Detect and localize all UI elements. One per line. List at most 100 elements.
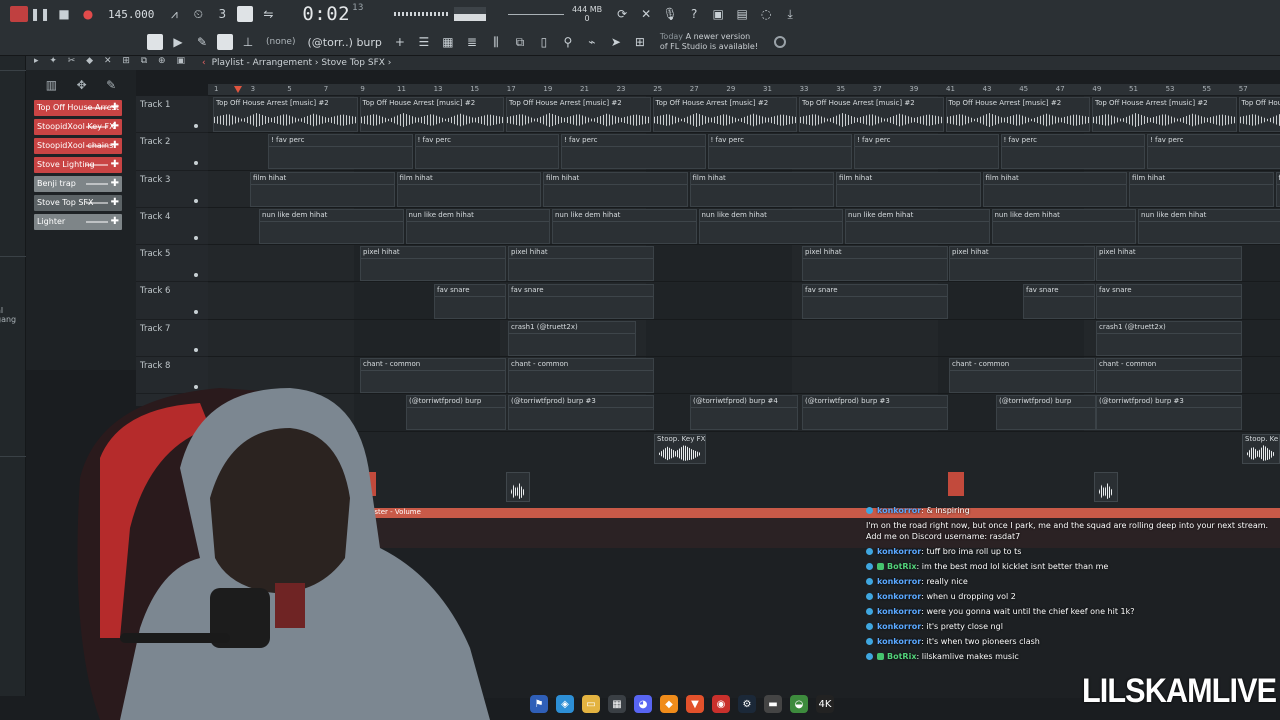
- pattern-clip[interactable]: nun like dem hihat: [552, 208, 697, 244]
- pattern-clip[interactable]: (@torriwtfprod) burp: [996, 395, 1096, 431]
- track-enable-dot[interactable]: [194, 198, 198, 203]
- green-app-icon[interactable]: ◒: [790, 695, 808, 713]
- pattern-clip[interactable]: (@torriwtfprod) burp #3: [802, 395, 948, 431]
- pattern-clip[interactable]: film hihat: [1275, 171, 1280, 207]
- discord-icon[interactable]: ◕: [634, 695, 652, 713]
- pattern-clip[interactable]: film hihat: [689, 171, 834, 207]
- master-volume-slider[interactable]: [507, 13, 564, 15]
- pattern-clip[interactable]: Top Off House Arrest [music] #2: [799, 97, 944, 132]
- pattern-clip[interactable]: fav snare: [802, 283, 948, 319]
- record-button[interactable]: ●: [79, 5, 97, 23]
- browser-icon[interactable]: ⧉: [511, 33, 529, 51]
- red-marker-clip[interactable]: [948, 472, 964, 496]
- pattern-clip[interactable]: pixel hihat: [949, 246, 1095, 282]
- clipboard-icon[interactable]: ▯: [535, 33, 553, 51]
- breadcrumb-current[interactable]: Stove Top SFX: [321, 58, 385, 68]
- pattern-clip[interactable]: fav snare: [434, 283, 506, 319]
- pattern-clip[interactable]: Top Off House Arrest [music] #2: [1092, 97, 1237, 132]
- render-icon[interactable]: ▤: [733, 5, 751, 23]
- obs-icon[interactable]: ◉: [712, 695, 730, 713]
- pattern-clip[interactable]: fav snare: [508, 283, 654, 319]
- picker-edit-icon[interactable]: ✎: [106, 78, 116, 92]
- pattern-clip[interactable]: nun like dem hihat: [991, 208, 1136, 244]
- pattern-clip[interactable]: crash1 (@truett2x): [508, 320, 636, 356]
- picker-item[interactable]: Lighter ✚: [34, 214, 122, 230]
- pattern-clip[interactable]: film hihat: [543, 171, 688, 207]
- pattern-clip[interactable]: film hihat: [1129, 171, 1274, 207]
- pattern-clip[interactable]: fav snare: [1096, 283, 1242, 319]
- pattern-clip[interactable]: pixel hihat: [1096, 246, 1242, 282]
- add-icon[interactable]: ✚: [111, 119, 119, 135]
- pattern-clip[interactable]: Top Off House Arrest [music] #2: [213, 97, 358, 132]
- brave-icon[interactable]: ▼: [686, 695, 704, 713]
- pattern-clip[interactable]: ! fav perc: [1000, 134, 1145, 170]
- audio-clip[interactable]: [506, 472, 530, 502]
- add-icon[interactable]: ✚: [111, 100, 119, 116]
- pattern-clip[interactable]: (@torriwtfprod) burp: [406, 395, 506, 431]
- pattern-clip[interactable]: chant - common: [949, 358, 1095, 394]
- store-icon[interactable]: ▦: [608, 695, 626, 713]
- stop-button[interactable]: ■: [55, 5, 73, 23]
- picker-item-slider[interactable]: [86, 183, 108, 185]
- audio-clip[interactable]: [1094, 472, 1118, 502]
- picker-item-slider[interactable]: [86, 221, 108, 223]
- download-icon[interactable]: ⤓: [781, 5, 799, 23]
- pattern-clip[interactable]: film hihat: [982, 171, 1127, 207]
- metronome-icon[interactable]: ⩘: [165, 5, 183, 23]
- picker-grid-icon[interactable]: ▥: [46, 78, 57, 92]
- 4k-app-icon[interactable]: 4K: [816, 695, 834, 713]
- snap-icon[interactable]: [147, 34, 163, 50]
- audio-clip[interactable]: Stoop. Key FX: [654, 434, 706, 464]
- add-icon[interactable]: ✚: [111, 138, 119, 154]
- master-pitch-slider[interactable]: [393, 12, 450, 16]
- play-arrow-icon[interactable]: ▶: [169, 33, 187, 51]
- pattern-clip[interactable]: (@torriwtfprod) burp #3: [1096, 395, 1242, 431]
- arrow-icon[interactable]: ➤: [607, 33, 625, 51]
- pattern-clip[interactable]: ! fav perc: [268, 134, 413, 170]
- pattern-clip[interactable]: film hihat: [396, 171, 541, 207]
- pattern-clip[interactable]: film hihat: [836, 171, 981, 207]
- stamp-icon[interactable]: ⊥: [239, 33, 257, 51]
- pattern-clip[interactable]: ! fav perc: [414, 134, 559, 170]
- tools-icon[interactable]: ✕: [637, 5, 655, 23]
- pattern-clip[interactable]: Top Off House Arrest [music] #2: [945, 97, 1090, 132]
- pattern-clip[interactable]: ! fav perc: [854, 134, 999, 170]
- track-enable-dot[interactable]: [194, 310, 198, 315]
- pattern-clip[interactable]: chant - common: [1096, 358, 1242, 394]
- pattern-clip[interactable]: crash1 (@truett2x): [1096, 320, 1242, 356]
- pattern-clip[interactable]: (@torriwtfprod) burp #4: [690, 395, 798, 431]
- help-icon[interactable]: ?: [685, 5, 703, 23]
- pattern-clip[interactable]: nun like dem hihat: [405, 208, 550, 244]
- add-icon[interactable]: ✚: [111, 214, 119, 230]
- track-header[interactable]: Track 5: [136, 245, 208, 283]
- pattern-clip[interactable]: pixel hihat: [508, 246, 654, 282]
- fl-studio-icon[interactable]: ◆: [660, 695, 678, 713]
- picker-item-slider[interactable]: [86, 164, 108, 166]
- pattern-clip[interactable]: ! fav perc: [1147, 134, 1280, 170]
- mixer-icon[interactable]: ⫼: [487, 33, 505, 51]
- flag-icon[interactable]: ⚑: [530, 695, 548, 713]
- picker-item-slider[interactable]: [86, 126, 108, 128]
- refresh-icon[interactable]: ⟳: [613, 5, 631, 23]
- track-header[interactable]: Track 4: [136, 208, 208, 246]
- piano-roll-icon[interactable]: ▦: [439, 33, 457, 51]
- picker-item[interactable]: Stove Top SFX ✚: [34, 195, 122, 211]
- add-icon[interactable]: ✚: [111, 195, 119, 211]
- mic-icon[interactable]: 🎙︎: [661, 5, 679, 23]
- track-header[interactable]: Track 6: [136, 282, 208, 320]
- brush-icon[interactable]: ⌁: [583, 33, 601, 51]
- audio-clip[interactable]: Stoop. Ke: [1242, 434, 1280, 464]
- cart-icon[interactable]: ⊞: [631, 33, 649, 51]
- timeline-ruler[interactable]: 1 3 5 7 9 11 13 15 17 19 21 23 25 27 29 31 33 35 37 39 41 43 4…: [208, 84, 1280, 96]
- chevron-left-icon[interactable]: ‹: [202, 58, 206, 68]
- pause-button[interactable]: ❚❚: [30, 5, 50, 23]
- pattern-clip[interactable]: fav snare: [1023, 283, 1095, 319]
- track-enable-dot[interactable]: [194, 385, 198, 390]
- track-header[interactable]: Track 7: [136, 320, 208, 358]
- playlist-controls[interactable]: ▸ ✦ ✂ ◆ ✕ ⊞ ⧉ ⊕ ▣: [34, 56, 189, 66]
- picker-item[interactable]: StoopidXool chains ✚: [34, 138, 122, 154]
- picker-item-slider[interactable]: [86, 145, 108, 147]
- track-enable-dot[interactable]: [194, 273, 198, 278]
- channel-rack-icon[interactable]: ≣: [463, 33, 481, 51]
- picker-item-slider[interactable]: [86, 107, 108, 109]
